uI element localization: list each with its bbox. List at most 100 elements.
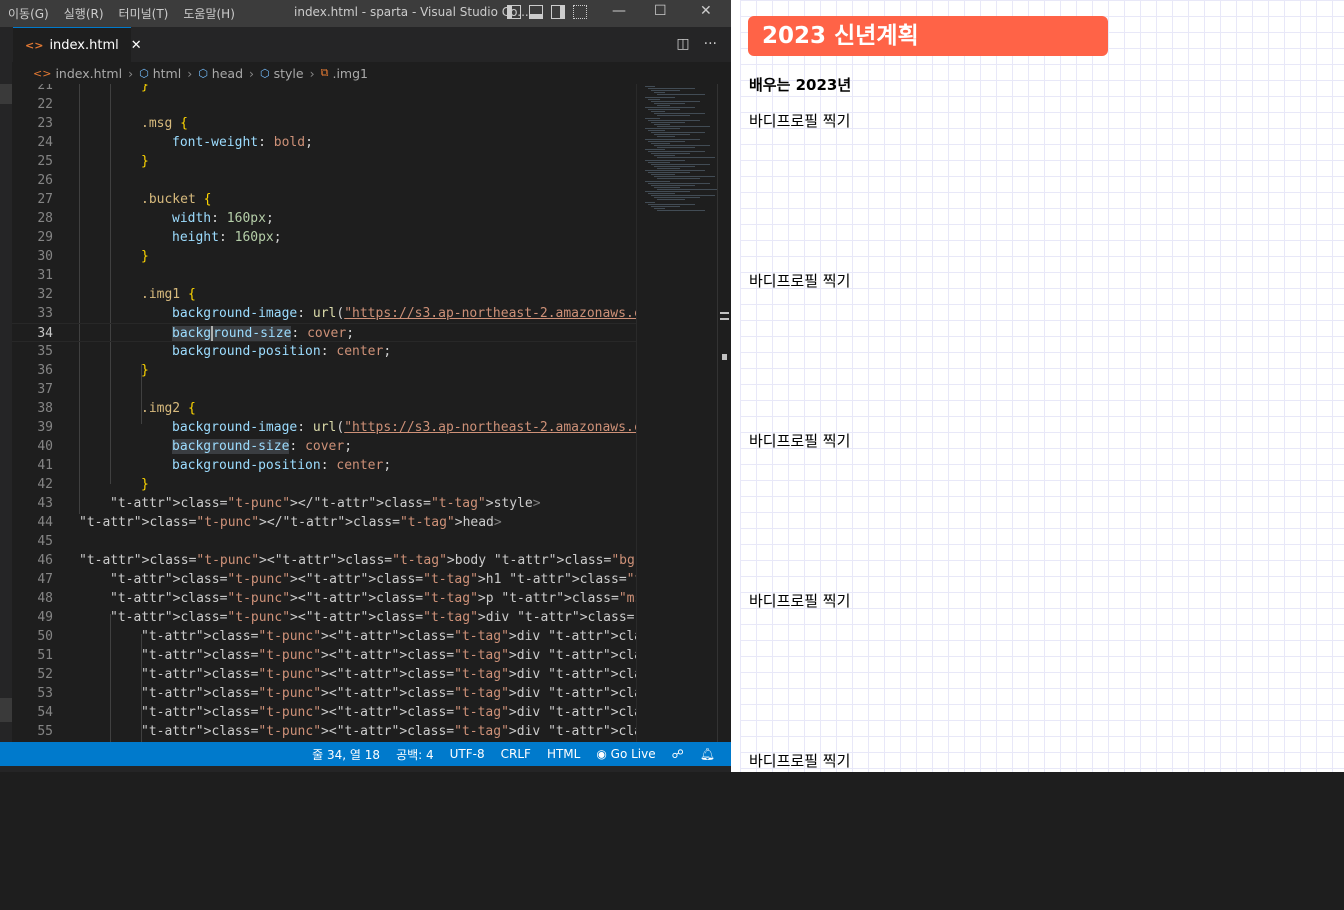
line-number[interactable]: 22 xyxy=(12,95,53,114)
line-number[interactable]: 23 xyxy=(12,114,53,133)
code-line[interactable]: 30} xyxy=(12,247,636,266)
line-number[interactable]: 39 xyxy=(12,418,53,437)
code-line[interactable]: 52 "t-attr">class="t-punc"><"t-attr">clas… xyxy=(12,665,636,684)
code-line[interactable]: 45 xyxy=(12,532,636,551)
code-line[interactable]: 24 font-weight: bold; xyxy=(12,133,636,152)
breadcrumb-html[interactable]: html xyxy=(153,66,181,81)
code-line[interactable]: 26 xyxy=(12,171,636,190)
code-line[interactable]: 25} xyxy=(12,152,636,171)
maximize-button[interactable]: ☐ xyxy=(654,3,667,19)
code-line[interactable]: 29 height: 160px; xyxy=(12,228,636,247)
feedback-icon[interactable]: ☍ xyxy=(672,747,684,761)
code-line[interactable]: 46 "t-attr">class="t-punc"><"t-attr">clas… xyxy=(12,551,636,570)
code-line[interactable]: 53 "t-attr">class="t-punc"><"t-attr">clas… xyxy=(12,684,636,703)
line-number[interactable]: 35 xyxy=(12,342,53,361)
indentation[interactable]: 공백: 4 xyxy=(396,746,434,763)
toggle-secondary-sidebar-icon[interactable] xyxy=(551,5,565,19)
line-number[interactable]: 42 xyxy=(12,475,53,494)
line-number[interactable]: 29 xyxy=(12,228,53,247)
code-line[interactable]: 55 "t-attr">class="t-punc"><"t-attr">clas… xyxy=(12,722,636,741)
scroll-thumb[interactable] xyxy=(722,354,727,360)
code-line[interactable]: 28 width: 160px; xyxy=(12,209,636,228)
code-line[interactable]: 39 background-image: url("https://s3.ap-n… xyxy=(12,418,636,437)
code-line[interactable]: 22 xyxy=(12,95,636,114)
line-number[interactable]: 25 xyxy=(12,152,53,171)
line-number[interactable]: 48 xyxy=(12,589,53,608)
code-editor[interactable]: 21} 22 23 .msg {24 font-weight: bold; 25} 26 27… xyxy=(12,84,636,742)
line-number[interactable]: 38 xyxy=(12,399,53,418)
line-number[interactable]: 49 xyxy=(12,608,53,627)
menu-help[interactable]: 도움말(H) xyxy=(183,5,235,22)
line-number[interactable]: 30 xyxy=(12,247,53,266)
menu-go[interactable]: 이동(G) xyxy=(8,5,49,22)
code-line[interactable]: 34 backg round-size: cover; xyxy=(12,323,636,342)
more-actions-icon[interactable]: ··· xyxy=(704,36,717,52)
menu-run[interactable]: 실행(R) xyxy=(64,5,104,22)
code-line[interactable]: 33 background-image: url("https://s3.ap-n… xyxy=(12,304,636,323)
notifications-bell-icon[interactable]: 🔔︎ xyxy=(700,747,715,761)
line-ending[interactable]: CRLF xyxy=(501,747,531,761)
line-number[interactable]: 32 xyxy=(12,285,53,304)
minimize-button[interactable]: — xyxy=(612,3,626,19)
minimap[interactable] xyxy=(636,84,720,742)
line-number[interactable]: 34 xyxy=(12,324,53,343)
vertical-scrollbar[interactable] xyxy=(717,84,732,742)
code-line[interactable]: 37 xyxy=(12,380,636,399)
encoding[interactable]: UTF-8 xyxy=(450,747,485,761)
code-line[interactable]: 31 xyxy=(12,266,636,285)
tab-close-icon[interactable]: ✕ xyxy=(131,38,142,53)
line-number[interactable]: 47 xyxy=(12,570,53,589)
code-line[interactable]: 27 .bucket { xyxy=(12,190,636,209)
line-number[interactable]: 37 xyxy=(12,380,53,399)
line-number[interactable]: 52 xyxy=(12,665,53,684)
go-live-button[interactable]: ◉ Go Live xyxy=(596,747,655,761)
code-line[interactable]: 35 background-position: center; xyxy=(12,342,636,361)
line-number[interactable]: 24 xyxy=(12,133,53,152)
line-number[interactable]: 45 xyxy=(12,532,53,551)
code-line[interactable]: 42} xyxy=(12,475,636,494)
line-number[interactable]: 41 xyxy=(12,456,53,475)
breadcrumb-file[interactable]: index.html xyxy=(55,66,122,81)
code-line[interactable]: 40 background-size: cover; xyxy=(12,437,636,456)
line-number[interactable]: 51 xyxy=(12,646,53,665)
code-line[interactable]: 41 background-position: center; xyxy=(12,456,636,475)
line-number[interactable]: 54 xyxy=(12,703,53,722)
tab-index-html[interactable]: <> index.html ✕ xyxy=(13,27,142,62)
menu-terminal[interactable]: 터미널(T) xyxy=(119,5,169,22)
line-number[interactable]: 50 xyxy=(12,627,53,646)
code-line[interactable]: 54 "t-attr">class="t-punc"><"t-attr">clas… xyxy=(12,703,636,722)
line-number[interactable]: 31 xyxy=(12,266,53,285)
line-number[interactable]: 27 xyxy=(12,190,53,209)
code-line[interactable]: 23 .msg { xyxy=(12,114,636,133)
line-number[interactable]: 40 xyxy=(12,437,53,456)
cursor-position[interactable]: 줄 34, 열 18 xyxy=(312,746,380,763)
line-number[interactable]: 46 xyxy=(12,551,53,570)
line-number[interactable]: 36 xyxy=(12,361,53,380)
customize-layout-icon[interactable] xyxy=(573,5,587,19)
code-line[interactable]: 38 .img2 { xyxy=(12,399,636,418)
line-number[interactable]: 55 xyxy=(12,722,53,741)
line-number[interactable]: 44 xyxy=(12,513,53,532)
code-line[interactable]: 51 "t-attr">class="t-punc"><"t-attr">clas… xyxy=(12,646,636,665)
code-line[interactable]: 49 "t-attr">class="t-punc"><"t-attr">clas… xyxy=(12,608,636,627)
language-mode[interactable]: HTML xyxy=(547,747,580,761)
code-line[interactable]: 50 "t-attr">class="t-punc"><"t-attr">clas… xyxy=(12,627,636,646)
toggle-panel-icon[interactable] xyxy=(529,5,543,19)
code-line[interactable]: 44 "t-attr">class="t-punc"></"t-attr">cla… xyxy=(12,513,636,532)
toggle-sidebar-icon[interactable] xyxy=(507,5,521,19)
line-number[interactable]: 21 xyxy=(12,84,53,95)
line-number[interactable]: 33 xyxy=(12,304,53,323)
close-button[interactable]: ✕ xyxy=(700,3,712,19)
code-line[interactable]: 21} xyxy=(12,84,636,95)
line-number[interactable]: 26 xyxy=(12,171,53,190)
code-line[interactable]: 36} xyxy=(12,361,636,380)
code-line[interactable]: 32 .img1 { xyxy=(12,285,636,304)
code-line[interactable]: 43 "t-attr">class="t-punc"></"t-attr">cla… xyxy=(12,494,636,513)
line-number[interactable]: 43 xyxy=(12,494,53,513)
code-line[interactable]: 47 "t-attr">class="t-punc"><"t-attr">clas… xyxy=(12,570,636,589)
breadcrumb-head[interactable]: head xyxy=(212,66,243,81)
line-number[interactable]: 53 xyxy=(12,684,53,703)
breadcrumb-style[interactable]: style xyxy=(274,66,304,81)
breadcrumb-selector[interactable]: .img1 xyxy=(332,66,368,81)
code-line[interactable]: 48 "t-attr">class="t-punc"><"t-attr">clas… xyxy=(12,589,636,608)
